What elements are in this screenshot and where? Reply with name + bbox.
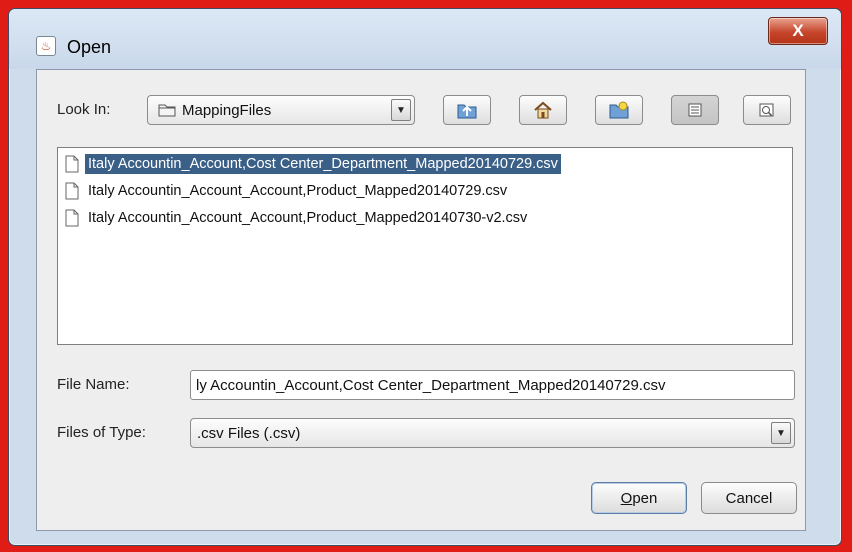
up-one-level-button[interactable] — [443, 95, 491, 125]
new-folder-icon — [609, 101, 629, 119]
file-item[interactable]: Italy Accountin_Account_Account,Product_… — [65, 206, 530, 230]
title-bar[interactable]: ♨ Open X — [9, 9, 841, 69]
look-in-dropdown-arrow[interactable]: ▼ — [391, 99, 411, 121]
home-icon — [534, 101, 552, 119]
files-of-type-label: Files of Type: — [57, 424, 146, 441]
file-item[interactable]: Italy Accountin_Account_Account,Product_… — [65, 179, 510, 203]
list-view-button[interactable] — [671, 95, 719, 125]
list-view-icon — [688, 103, 702, 117]
file-name: Italy Accountin_Account_Account,Product_… — [88, 183, 508, 199]
close-button[interactable]: X — [768, 17, 828, 45]
home-button[interactable] — [519, 95, 567, 125]
look-in-combobox[interactable]: MappingFiles ▼ — [147, 95, 415, 125]
files-of-type-combobox[interactable]: .csv Files (.csv) ▼ — [190, 418, 795, 448]
open-mnemonic: O — [620, 489, 633, 507]
open-button[interactable]: Open — [591, 482, 687, 514]
open-label-rest: pen — [632, 489, 658, 507]
new-folder-button[interactable] — [595, 95, 643, 125]
file-name: Italy Accountin_Account_Account,Product_… — [88, 210, 528, 226]
dialog-content: Look In: MappingFiles ▼ Italy Accountin_… — [36, 69, 806, 531]
look-in-label: Look In: — [57, 101, 111, 118]
file-name-field[interactable]: ly Accountin_Account,Cost Center_Departm… — [190, 370, 795, 400]
document-icon — [65, 182, 79, 200]
file-name: Italy Accountin_Account,Cost Center_Depa… — [85, 154, 561, 174]
files-of-type-dropdown-arrow[interactable]: ▼ — [771, 422, 791, 444]
file-name-label: File Name: — [57, 376, 130, 393]
java-app-icon: ♨ — [36, 36, 56, 56]
files-of-type-value: .csv Files (.csv) — [197, 425, 301, 442]
file-item[interactable]: Italy Accountin_Account,Cost Center_Depa… — [65, 152, 561, 176]
details-view-button[interactable] — [743, 95, 791, 125]
up-one-level-icon — [457, 104, 477, 119]
document-icon — [65, 155, 79, 173]
folder-icon — [158, 104, 176, 117]
look-in-value: MappingFiles — [182, 102, 272, 119]
cancel-button[interactable]: Cancel — [701, 482, 797, 514]
details-view-icon — [759, 103, 774, 117]
open-dialog: ♨ Open X Look In: MappingFiles ▼ Italy A… — [8, 8, 842, 546]
document-icon — [65, 209, 79, 227]
dialog-title: Open — [67, 37, 112, 57]
file-list[interactable]: Italy Accountin_Account,Cost Center_Depa… — [57, 147, 793, 345]
